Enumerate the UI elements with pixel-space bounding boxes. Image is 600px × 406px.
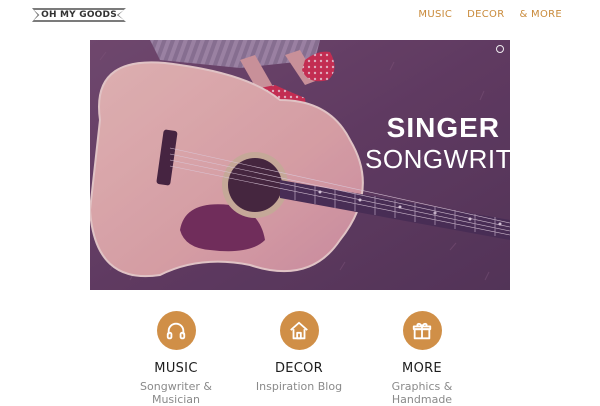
feature-title-more: MORE [402,361,442,376]
logo-text: OH MY GOODS [41,10,117,20]
logo-badge: OH MY GOODS [32,8,126,22]
feature-subtitle-decor: Inspiration Blog [255,380,343,393]
hero-line-1: SINGER [386,112,500,143]
feature-subtitle-more: Graphics & Handmade [391,380,453,406]
feature-title-music: MUSIC [154,361,198,376]
headphones-icon[interactable] [156,311,196,350]
hero-banner: SINGER SONGWRITER [90,40,510,290]
hero-line-2: SONGWRITER [365,144,510,174]
home-icon[interactable] [279,311,319,350]
nav-link-decor[interactable]: DECOR [467,9,504,20]
hero-line-2-wrap: SONGWRITER [365,144,510,174]
hero-title: SINGER [387,112,500,144]
hero-loading-icon [496,45,504,53]
gift-icon[interactable] [402,311,442,350]
main-nav: MUSIC DECOR & MORE [418,9,562,20]
feature-decor[interactable]: DECOR Inspiration Blog [239,311,359,393]
nav-link-music[interactable]: MUSIC [418,9,452,20]
feature-music[interactable]: MUSIC Songwriter & Musician [116,311,236,406]
site-logo[interactable]: OH MY GOODS [32,8,126,22]
nav-link-more[interactable]: & MORE [519,9,562,20]
feature-title-decor: DECOR [274,361,324,376]
feature-subtitle-music: Songwriter & Musician [140,380,212,406]
feature-more[interactable]: MORE Graphics & Handmade [362,311,482,406]
